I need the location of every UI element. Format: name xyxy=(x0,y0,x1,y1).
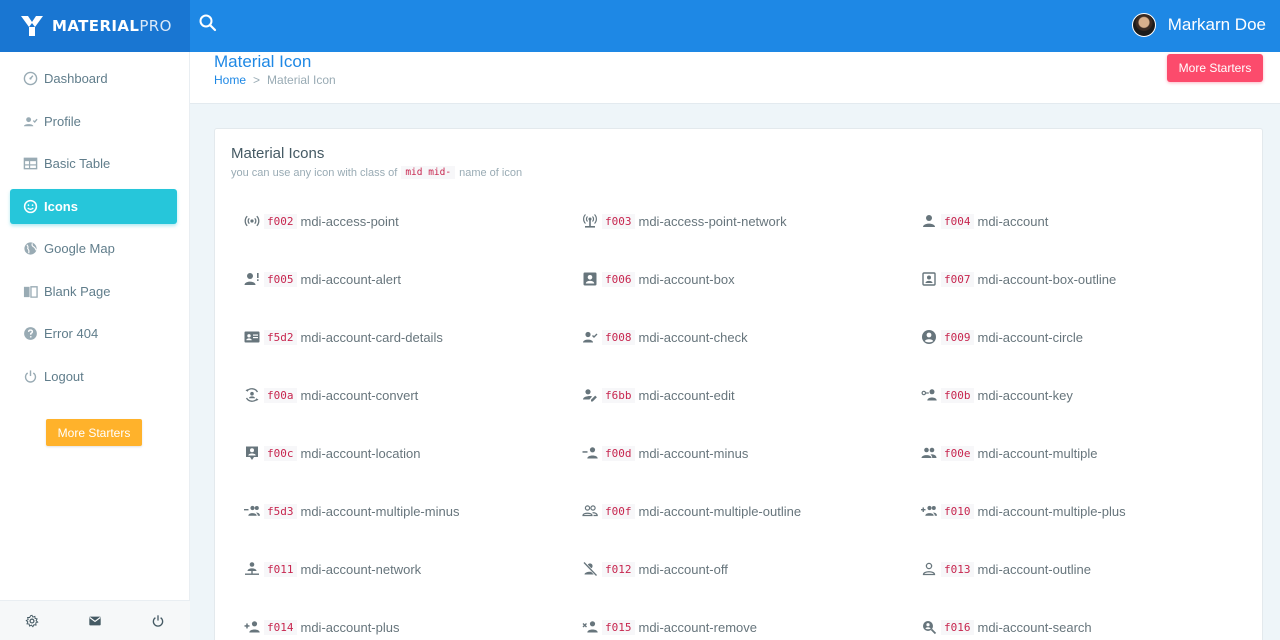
icon-item-account: f004 mdi-account xyxy=(921,213,1048,229)
materialpro-logo-icon xyxy=(21,16,43,36)
icon-item-access-point-network: f003 mdi-access-point-network xyxy=(582,213,787,229)
icon-item-access-point: f002 mdi-access-point xyxy=(244,213,399,229)
class-code: mid mid- xyxy=(401,166,456,179)
account-off-icon xyxy=(583,561,598,577)
icon-item-account-alert: f005 mdi-account-alert xyxy=(244,271,401,287)
account-location-icon xyxy=(246,446,258,460)
brand[interactable]: MATERIALPRO xyxy=(0,0,190,52)
sidebar-item-icons[interactable]: Icons xyxy=(10,188,177,224)
account-network-icon xyxy=(245,562,259,575)
card-title: Material Icons xyxy=(231,145,325,162)
sidebar: Dashboard Profile Basic Table Icons Goog… xyxy=(0,52,190,640)
icon-item-account-key: f00b mdi-account-key xyxy=(921,387,1073,403)
icon-item-account-box: f006 mdi-account-box xyxy=(582,271,735,287)
top-bar: MATERIALPRO Markarn Doe xyxy=(0,0,1280,52)
icon-item-account-multiple-outline: f00f mdi-account-multiple-outline xyxy=(582,503,801,519)
account-key-icon xyxy=(921,389,937,401)
earth-icon xyxy=(24,242,37,255)
gear-icon[interactable] xyxy=(25,614,39,628)
account-circle-icon xyxy=(922,330,936,344)
icon-item-account-network: f011 mdi-account-network xyxy=(244,561,421,577)
user-name: Markarn Doe xyxy=(1167,15,1266,34)
sidebar-item-basic-table[interactable]: Basic Table xyxy=(10,146,177,181)
brand-name: MATERIALPRO xyxy=(52,17,172,35)
sidebar-item-error-404[interactable]: Error 404 xyxy=(10,316,177,351)
access-point-icon xyxy=(244,215,260,227)
icon-item-account-search: f016 mdi-account-search xyxy=(921,619,1092,635)
sidebar-nav: Dashboard Profile Basic Table Icons Goog… xyxy=(0,52,189,394)
sidebar-footer xyxy=(0,600,190,640)
sidebar-item-label: Blank Page xyxy=(44,283,111,299)
account-minus-icon xyxy=(582,447,598,459)
icon-item-account-edit: f6bb mdi-account-edit xyxy=(582,387,735,403)
icon-item-account-location: f00c mdi-account-location xyxy=(244,445,420,461)
sidebar-item-label: Icons xyxy=(44,198,78,214)
icon-item-account-remove: f015 mdi-account-remove xyxy=(582,619,757,635)
account-multiple-plus-icon xyxy=(921,505,937,516)
account-check-icon xyxy=(23,116,38,126)
icon-item-account-plus: f014 mdi-account-plus xyxy=(244,619,400,635)
sidebar-item-label: Dashboard xyxy=(44,71,108,86)
breadcrumb-separator: > xyxy=(253,73,261,87)
search-icon[interactable] xyxy=(198,13,218,33)
emoticon-icon xyxy=(23,199,38,213)
book-open-icon xyxy=(23,285,38,298)
sidebar-item-dashboard[interactable]: Dashboard xyxy=(10,61,177,96)
breadcrumb: Home > Material Icon xyxy=(214,73,336,87)
account-multiple-outline-icon xyxy=(582,505,598,517)
icon-item-account-outline: f013 mdi-account-outline xyxy=(921,561,1091,577)
help-circle-icon xyxy=(24,327,37,340)
sidebar-item-label: Basic Table xyxy=(44,156,111,171)
account-edit-icon xyxy=(583,389,597,402)
page-title: Material Icon xyxy=(214,52,312,71)
account-check-icon xyxy=(583,331,598,343)
user-menu[interactable]: Markarn Doe xyxy=(1131,12,1266,38)
more-starters-sidebar-button[interactable]: More Starters xyxy=(46,419,142,446)
avatar xyxy=(1131,13,1156,37)
icon-item-account-multiple-minus: f5d3 mdi-account-multiple-minus xyxy=(244,503,459,519)
icon-item-account-box-outline: f007 mdi-account-box-outline xyxy=(921,271,1116,287)
icon-item-account-convert: f00a mdi-account-convert xyxy=(244,387,418,403)
icon-item-account-multiple-plus: f010 mdi-account-multiple-plus xyxy=(921,503,1126,519)
power-icon[interactable] xyxy=(151,614,165,628)
account-search-icon xyxy=(923,621,937,635)
account-multiple-minus-icon xyxy=(244,505,260,516)
power-icon xyxy=(24,369,37,383)
account-convert-icon xyxy=(245,388,259,402)
account-alert-icon xyxy=(244,273,259,285)
account-box-outline-icon xyxy=(922,272,936,286)
sidebar-item-label: Error 404 xyxy=(44,326,99,341)
account-multiple-icon xyxy=(921,447,937,458)
sidebar-item-label: Logout xyxy=(44,368,84,384)
icon-item-account-minus: f00d mdi-account-minus xyxy=(582,445,748,461)
sidebar-item-logout[interactable]: Logout xyxy=(10,359,177,394)
mail-icon[interactable] xyxy=(88,614,102,628)
sidebar-item-label: Google Map xyxy=(44,241,115,256)
icon-item-account-card-details: f5d2 mdi-account-card-details xyxy=(244,329,443,345)
sidebar-item-profile[interactable]: Profile xyxy=(10,104,177,139)
icon-item-account-multiple: f00e mdi-account-multiple xyxy=(921,445,1097,461)
account-outline-icon xyxy=(922,562,936,576)
account-card-details-icon xyxy=(244,331,260,343)
sidebar-item-label: Profile xyxy=(44,113,81,129)
card-subtitle: you can use any icon with class of mid m… xyxy=(231,166,523,179)
sidebar-item-google-map[interactable]: Google Map xyxy=(10,231,177,266)
gauge-icon xyxy=(23,71,38,86)
more-starters-header-button[interactable]: More Starters xyxy=(1167,54,1263,82)
breadcrumb-home-link[interactable]: Home xyxy=(214,73,246,87)
icons-card: Material Icons you can use any icon with… xyxy=(214,128,1263,640)
account-remove-icon xyxy=(582,621,598,633)
account-plus-icon xyxy=(244,621,260,633)
page-header: Material Icon Home > Material Icon More … xyxy=(190,52,1280,104)
table-icon xyxy=(23,157,38,170)
icon-item-account-circle: f009 mdi-account-circle xyxy=(921,329,1083,345)
access-point-network-icon xyxy=(583,214,597,228)
icon-item-account-off: f012 mdi-account-off xyxy=(582,561,728,577)
breadcrumb-current: Material Icon xyxy=(267,73,336,87)
account-box-icon xyxy=(583,272,597,286)
sidebar-item-blank-page[interactable]: Blank Page xyxy=(10,274,177,309)
account-icon xyxy=(923,215,935,227)
icon-item-account-check: f008 mdi-account-check xyxy=(582,329,748,345)
